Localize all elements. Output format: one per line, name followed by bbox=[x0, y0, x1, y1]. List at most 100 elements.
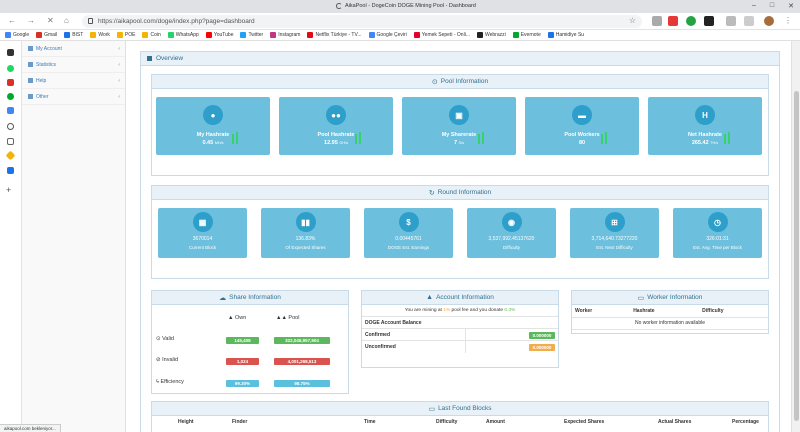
own-column-header: ▲ Own bbox=[228, 315, 247, 321]
page-sidebar: My Account ‹ Statistics ‹ Help ‹ Other ‹ bbox=[22, 41, 126, 432]
stop-icon[interactable]: ✕ bbox=[47, 16, 54, 25]
bookmark-item[interactable]: Google Çeviri bbox=[368, 32, 407, 38]
loading-icon[interactable] bbox=[7, 123, 14, 130]
forward-icon[interactable]: → bbox=[27, 16, 35, 25]
extensions-menu-icon[interactable] bbox=[726, 16, 736, 26]
home-icon[interactable]: ⌂ bbox=[64, 16, 69, 25]
extension-icon[interactable] bbox=[668, 16, 678, 26]
blocks-col-header: Actual Shares bbox=[658, 419, 692, 425]
users-icon: ●● bbox=[326, 105, 346, 125]
blocks-table-header: Height Finder Time Difficulty Amount Expected… bbox=[152, 416, 768, 428]
reading-list-icon[interactable] bbox=[744, 16, 754, 26]
overview-panel: Overview ⊙ Pool Information ● My Hashrate… bbox=[140, 51, 780, 432]
bookmark-item[interactable]: Coin bbox=[142, 32, 161, 38]
extension-icon[interactable] bbox=[686, 16, 696, 26]
bookmark-item[interactable]: Work bbox=[90, 32, 110, 38]
document-icon[interactable] bbox=[7, 138, 14, 145]
bookmark-item[interactable]: POE bbox=[116, 32, 135, 38]
app-icon[interactable] bbox=[7, 49, 14, 56]
round-stat-card: ◉ 3,537,992.45137620 Difficulty bbox=[467, 208, 556, 258]
scrollbar-thumb[interactable] bbox=[794, 91, 799, 421]
menu-icon[interactable]: ⋮ bbox=[784, 16, 792, 25]
chevron-left-icon: ‹ bbox=[118, 93, 120, 100]
worker-col-header: Worker bbox=[572, 305, 631, 318]
account-information-header: ▲ Account Information bbox=[362, 291, 558, 305]
bookmark-icon bbox=[90, 32, 97, 38]
worker-information-header: ▭ Worker Information bbox=[572, 291, 768, 305]
sidebar-item-statistics[interactable]: Statistics ‹ bbox=[22, 57, 125, 73]
round-stat-card: ▮▮ 136.83% Of Expected Shares bbox=[261, 208, 350, 258]
card-value: 7 S/s bbox=[453, 140, 465, 146]
valid-pool-value: 322,045,957,904 bbox=[274, 337, 330, 344]
bookmark-item[interactable]: WhatsApp bbox=[167, 32, 199, 38]
round-information-header: ↻ Round Information bbox=[152, 186, 768, 200]
bookmark-icon bbox=[512, 32, 519, 38]
unconfirmed-value: 0.000000 bbox=[529, 344, 555, 351]
minimize-icon[interactable]: – bbox=[752, 2, 756, 10]
extension-icon[interactable] bbox=[652, 16, 662, 26]
clock-icon: ◷ bbox=[707, 212, 728, 232]
translate-icon[interactable] bbox=[7, 167, 14, 174]
pool-information-header: ⊙ Pool Information bbox=[152, 75, 768, 89]
translate-icon[interactable] bbox=[7, 107, 14, 114]
card-value: 80 bbox=[578, 140, 586, 146]
bookmark-item[interactable]: Hamidiye Su bbox=[547, 32, 584, 38]
page-title: Overview bbox=[156, 55, 184, 62]
avatar[interactable] bbox=[764, 16, 774, 26]
efficiency-own-value: 99.30% bbox=[226, 380, 259, 387]
desktop-icon: ▭ bbox=[637, 294, 645, 302]
bookmark-item[interactable]: Webrazzi bbox=[476, 32, 506, 38]
star-icon[interactable]: ☆ bbox=[629, 16, 636, 25]
sidebar-item-help[interactable]: Help ‹ bbox=[22, 73, 125, 89]
blocks-col-header: Time bbox=[364, 419, 376, 425]
card-label: My Sharerate bbox=[441, 132, 477, 138]
bookmark-icon bbox=[413, 32, 420, 38]
bookmark-icon bbox=[476, 32, 483, 38]
extension-icon[interactable] bbox=[704, 16, 714, 26]
loading-icon bbox=[336, 3, 342, 9]
hospital-icon: H bbox=[695, 105, 715, 125]
page-scrollbar[interactable] bbox=[791, 41, 800, 432]
url-field[interactable]: https://aikapool.com/doge/index.php?page… bbox=[82, 15, 642, 28]
share-information-panel: ☁ Share Information ▲ Own ▲▲ Pool ⊙ Vali… bbox=[151, 290, 349, 394]
whatsapp-icon[interactable] bbox=[7, 65, 14, 72]
card-value: 0.45 MH/s bbox=[202, 140, 224, 146]
card-label: Est. Next Difficulty bbox=[596, 245, 633, 250]
pool-stat-card: ●● Pool Hashrate 12.95 GH/s bbox=[279, 97, 393, 155]
last-found-blocks-header: ▭ Last Found Blocks bbox=[152, 402, 768, 416]
bookmark-item[interactable]: Twitter bbox=[240, 32, 263, 38]
bookmark-item[interactable]: BIST bbox=[64, 32, 83, 38]
round-stat-card: $0.00445761 DOGE Est. Earnings bbox=[364, 208, 453, 258]
bookmark-item[interactable]: Yemek Sepeti - Onli... bbox=[413, 32, 470, 38]
worker-information-panel: ▭ Worker Information Worker Hashrate Dif… bbox=[571, 290, 769, 334]
card-label: Pool Workers bbox=[564, 132, 600, 138]
card-label: Difficulty bbox=[503, 245, 520, 250]
maximize-icon[interactable]: □ bbox=[770, 2, 774, 10]
bookmark-item[interactable]: Instagram bbox=[270, 32, 300, 38]
back-icon[interactable]: ← bbox=[8, 16, 16, 25]
sparkline-icon bbox=[478, 132, 484, 144]
bookmark-item[interactable]: Google bbox=[5, 32, 29, 38]
user-icon: ● bbox=[203, 105, 223, 125]
close-icon[interactable]: ✕ bbox=[788, 2, 794, 10]
round-information-panel: ↻ Round Information ▦ 3670014 Current Bloc… bbox=[151, 185, 769, 279]
users-icon: ▲▲ bbox=[276, 315, 289, 321]
address-bar-row: ← → ✕ ⌂ https://aikapool.com/doge/index.… bbox=[0, 13, 800, 30]
bookmark-item[interactable]: Evernote bbox=[512, 32, 541, 38]
chevron-left-icon: ‹ bbox=[118, 77, 120, 84]
bookmark-item[interactable]: Netflix Türkiye - TV... bbox=[307, 32, 362, 38]
fee-note: You are mining at 1% pool fee and you do… bbox=[362, 305, 558, 317]
bookmark-item[interactable]: YouTube bbox=[205, 32, 233, 38]
bookmark-item[interactable]: Gmail bbox=[36, 32, 57, 38]
gmail-icon[interactable] bbox=[7, 79, 14, 86]
evernote-icon[interactable] bbox=[7, 93, 14, 100]
sidebar-item-other[interactable]: Other ‹ bbox=[22, 89, 125, 105]
blocks-col-header: Amount bbox=[486, 419, 505, 425]
add-icon[interactable]: + bbox=[6, 185, 11, 195]
sidebar-item-my-account[interactable]: My Account ‹ bbox=[22, 41, 125, 57]
truck-icon: ▬ bbox=[572, 105, 592, 125]
sitemap-icon: ⊞ bbox=[604, 212, 625, 232]
difficulty-col-header: Difficulty bbox=[699, 305, 768, 318]
binance-icon[interactable] bbox=[5, 150, 16, 161]
help-icon bbox=[28, 78, 33, 83]
